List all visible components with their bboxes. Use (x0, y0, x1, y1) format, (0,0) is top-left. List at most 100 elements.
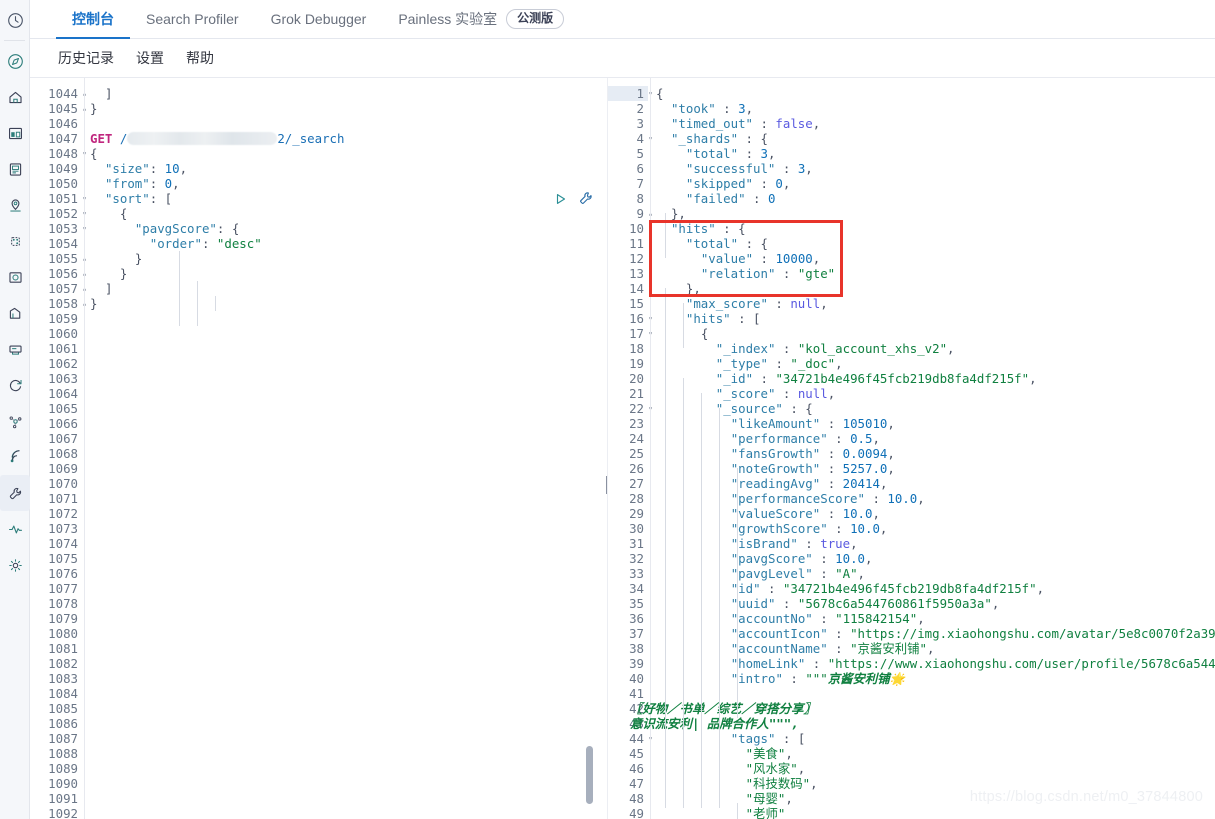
beta-badge: 公测版 (506, 8, 565, 30)
console-tabbar: 控制台 Search Profiler Grok Debugger Painle… (30, 0, 1215, 39)
gutter-line: 1065 (48, 401, 78, 416)
code-line: { (700, 326, 709, 341)
gutter-line: 1076 (48, 566, 78, 581)
request-editor-pane[interactable]: 1044▴1045▴104610471048▾104910501051▾1052… (30, 78, 608, 819)
gutter-line: 36 (629, 611, 644, 626)
uptime-icon[interactable] (0, 367, 30, 403)
request-vertical-scrollbar[interactable] (586, 78, 593, 819)
request-line-gutter: 1044▴1045▴104610471048▾104910501051▾1052… (30, 78, 87, 819)
code-line: "_source" : { (715, 401, 813, 416)
tab-search-profiler[interactable]: Search Profiler (130, 0, 255, 38)
code-line: "pavgLevel" : "A", (730, 566, 866, 581)
gutter-line: 35 (629, 596, 644, 611)
gutter-line: 1070 (48, 476, 78, 491)
code-line: "growthScore" : 10.0, (730, 521, 888, 536)
tab-grok-debugger[interactable]: Grok Debugger (255, 0, 383, 38)
gutter-line: 1063 (48, 371, 78, 386)
code-line: }, (670, 206, 686, 221)
graph-icon[interactable] (0, 439, 30, 475)
machine-learning-icon[interactable] (0, 223, 30, 259)
code-line: "sort": [ (104, 191, 173, 206)
compass-discover-icon[interactable] (0, 43, 30, 79)
gutter-line: 1091 (48, 791, 78, 806)
metrics-icon[interactable] (0, 295, 30, 331)
rail-divider (4, 40, 25, 41)
settings-gear-icon[interactable] (0, 547, 30, 583)
menu-help[interactable]: 帮助 (186, 48, 214, 68)
menu-settings[interactable]: 设置 (136, 48, 164, 68)
menu-history[interactable]: 历史记录 (58, 48, 114, 68)
gutter-line: 1074 (48, 536, 78, 551)
code-line: "accountName" : "京酱安利铺", (730, 641, 935, 656)
gutter-line: 1▾ (608, 86, 653, 101)
dashboard-icon[interactable] (0, 115, 30, 151)
response-editor-pane[interactable]: 1▾234▾56789▴10▾11▾121314▴1516▾17▾1819202… (608, 78, 1215, 819)
gutter-line: 14▴ (629, 281, 653, 296)
canvas-icon[interactable] (0, 151, 30, 187)
gutter-line: 37 (629, 626, 644, 641)
send-request-play-icon[interactable] (554, 192, 568, 209)
gutter-line: 1067 (48, 431, 78, 446)
recently-viewed-icon[interactable] (0, 2, 30, 38)
masked-index-name (127, 132, 278, 145)
gutter-line: 12 (629, 251, 644, 266)
home-icon[interactable] (0, 79, 30, 115)
indent-guide (683, 378, 684, 808)
gutter-line: 1048▾ (48, 146, 87, 161)
apm-icon[interactable] (0, 403, 30, 439)
visualize-icon[interactable] (0, 259, 30, 295)
kibana-console-app: 控制台 Search Profiler Grok Debugger Painle… (0, 0, 1215, 819)
gutter-line: 5 (636, 146, 644, 161)
logs-icon[interactable] (0, 331, 30, 367)
gutter-line: 1062 (48, 356, 78, 371)
gutter-line: 1072 (48, 506, 78, 521)
gutter-line: 1084 (48, 686, 78, 701)
gutter-line: 28 (629, 491, 644, 506)
gutter-line: 15 (629, 296, 644, 311)
gutter-line: 26 (629, 461, 644, 476)
gutter-line: 1046 (48, 116, 78, 131)
gutter-line: 1052▾ (48, 206, 87, 221)
gutter-line: 38 (629, 641, 644, 656)
code-line: "hits" : [ (685, 311, 761, 326)
gutter-line: 1088 (48, 746, 78, 761)
request-code-area[interactable]: ]} GET /2/_search{ "size": 10, "from": 0… (90, 86, 607, 819)
dev-tools-icon[interactable] (0, 475, 30, 511)
code-line: { (119, 206, 128, 221)
code-line: "noteGrowth" : 5257.0, (730, 461, 895, 476)
gutter-line: 47 (629, 776, 644, 791)
indent-guide (665, 288, 666, 808)
gutter-line: 1069 (48, 461, 78, 476)
code-line: "performanceScore" : 10.0, (730, 491, 925, 506)
gutter-line: 48 (629, 791, 644, 806)
tab-console[interactable]: 控制台 (56, 0, 130, 39)
maps-icon[interactable] (0, 187, 30, 223)
gutter-line: 29 (629, 506, 644, 521)
code-line: 〖好物／书单／综艺／穿搭分享〗 (630, 701, 816, 716)
code-line: "total" : 3, (685, 146, 776, 161)
code-line: 意识流安利| 品牌合作人""", (630, 716, 799, 731)
request-scrollbar-thumb[interactable] (586, 746, 593, 804)
gutter-line: 6 (636, 161, 644, 176)
tab-painless-lab[interactable]: Painless 实验室 公测版 (382, 0, 580, 38)
code-line: "intro" : """京酱安利铺🌟 (730, 671, 906, 686)
gutter-line: 13 (629, 266, 644, 281)
monitoring-icon[interactable] (0, 511, 30, 547)
gutter-line: 1064 (48, 386, 78, 401)
code-line: "size": 10, (104, 161, 188, 176)
tab-painless-lab-label: Painless 实验室 (398, 11, 498, 27)
response-code-area[interactable]: { "took" : 3, "timed_out" : false, "_sha… (630, 86, 1215, 819)
